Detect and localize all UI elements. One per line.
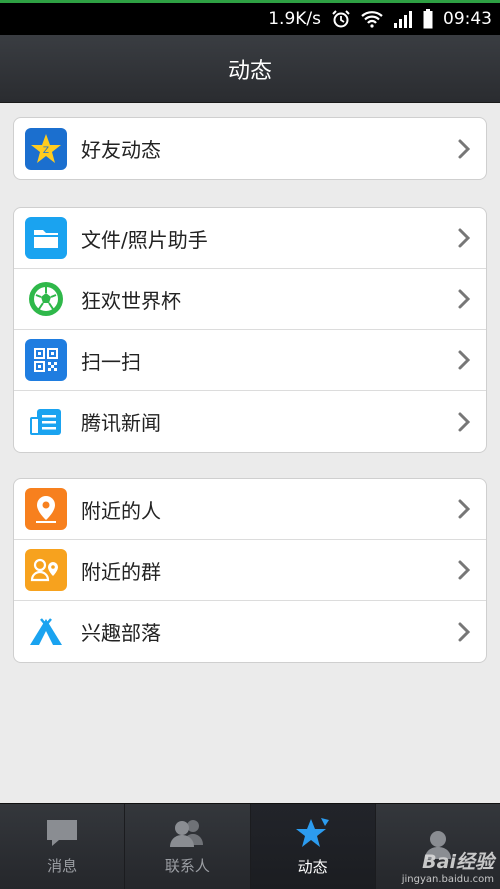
tab-profile[interactable]: Bai经验 jingyan.baidu.com <box>376 804 500 889</box>
chevron-right-icon <box>458 499 471 519</box>
nearby-group-icon <box>25 549 67 591</box>
contacts-icon <box>170 820 204 847</box>
menu-item-label: 附近的人 <box>81 498 161 523</box>
wifi-icon <box>361 10 383 28</box>
news-icon <box>25 401 67 443</box>
tab-label: 消息 <box>47 857 78 875</box>
tab-messages[interactable]: 消息 <box>0 804 126 889</box>
tab-feed[interactable]: 动态 <box>250 804 376 889</box>
menu-group-tools: 文件/照片助手 狂欢世界杯 扫一扫 腾讯新闻 <box>13 207 487 453</box>
menu-group-friends: Z 好友动态 <box>13 117 487 180</box>
tent-icon <box>25 611 67 653</box>
menu-item-nearby-people[interactable]: 附近的人 <box>14 479 486 540</box>
battery-icon <box>423 9 433 29</box>
menu-item-label: 好友动态 <box>81 138 161 162</box>
baidu-watermark: Bai经验 jingyan.baidu.com <box>402 847 494 885</box>
menu-item-interest-tribe[interactable]: 兴趣部落 <box>14 601 486 662</box>
header: 动态 <box>0 35 500 103</box>
qzone-star-icon: Z <box>25 127 67 170</box>
chevron-right-icon <box>458 139 471 158</box>
svg-text:Z: Z <box>43 146 49 156</box>
menu-item-label: 腾讯新闻 <box>81 411 161 435</box>
chevron-right-icon <box>458 622 471 641</box>
clock: 09:43 <box>443 9 492 29</box>
chevron-right-icon <box>458 350 471 370</box>
chat-bubble-icon <box>47 820 78 846</box>
chevron-right-icon <box>458 289 471 309</box>
menu-item-file-assistant[interactable]: 文件/照片助手 <box>14 208 486 269</box>
menu-item-scan[interactable]: 扫一扫 <box>14 330 486 391</box>
menu-item-label: 兴趣部落 <box>81 621 161 645</box>
menu-item-label: 扫一扫 <box>81 349 141 374</box>
menu-item-tencent-news[interactable]: 腾讯新闻 <box>14 391 486 452</box>
menu-item-nearby-groups[interactable]: 附近的群 <box>14 540 486 601</box>
page-title: 动态 <box>227 58 272 84</box>
chevron-right-icon <box>458 560 471 580</box>
menu-item-label: 狂欢世界杯 <box>81 288 181 313</box>
status-bar: 1.9K/s 09:43 <box>0 0 500 35</box>
main-content: Z 好友动态 文件/照片助手 狂欢世界杯 扫一扫 腾讯新闻 附近的人 附近的群 … <box>0 103 500 803</box>
chevron-right-icon <box>458 412 471 431</box>
tab-label: 联系人 <box>164 857 210 875</box>
watermark-brand: Bai经验 <box>422 851 494 873</box>
net-speed: 1.9K/s <box>268 9 321 29</box>
tab-label: 动态 <box>297 858 328 876</box>
menu-item-world-cup[interactable]: 狂欢世界杯 <box>14 269 486 330</box>
chevron-right-icon <box>458 228 471 248</box>
menu-item-friend-feed[interactable]: Z 好友动态 <box>14 118 486 179</box>
folder-icon <box>25 217 67 259</box>
qr-code-icon <box>25 339 67 381</box>
menu-item-label: 附近的群 <box>81 559 161 584</box>
alarm-icon <box>331 9 351 29</box>
star-icon <box>295 818 329 847</box>
signal-icon <box>393 10 413 28</box>
tab-contacts[interactable]: 联系人 <box>125 804 251 889</box>
bottom-tab-bar: 消息 联系人 动态 Bai经验 jingyan.baidu.com <box>0 803 500 889</box>
menu-group-nearby: 附近的人 附近的群 兴趣部落 <box>13 478 487 663</box>
soccer-ball-icon <box>25 278 67 320</box>
watermark-url: jingyan.baidu.com <box>401 874 494 885</box>
location-pin-icon <box>25 488 67 530</box>
menu-item-label: 文件/照片助手 <box>81 227 208 252</box>
